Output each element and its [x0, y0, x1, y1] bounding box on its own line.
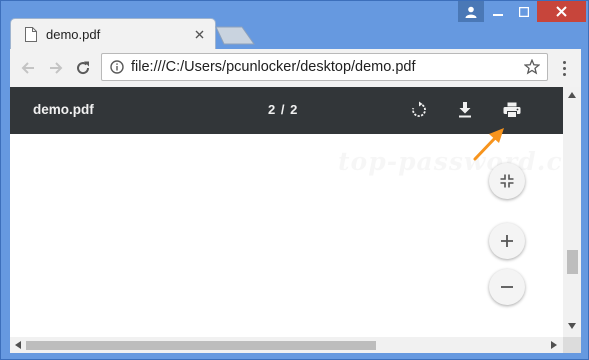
browser-window: demo.pdf file:///C:/Users/pcunlocker/des… [0, 0, 589, 360]
annotation-arrow [473, 128, 504, 161]
